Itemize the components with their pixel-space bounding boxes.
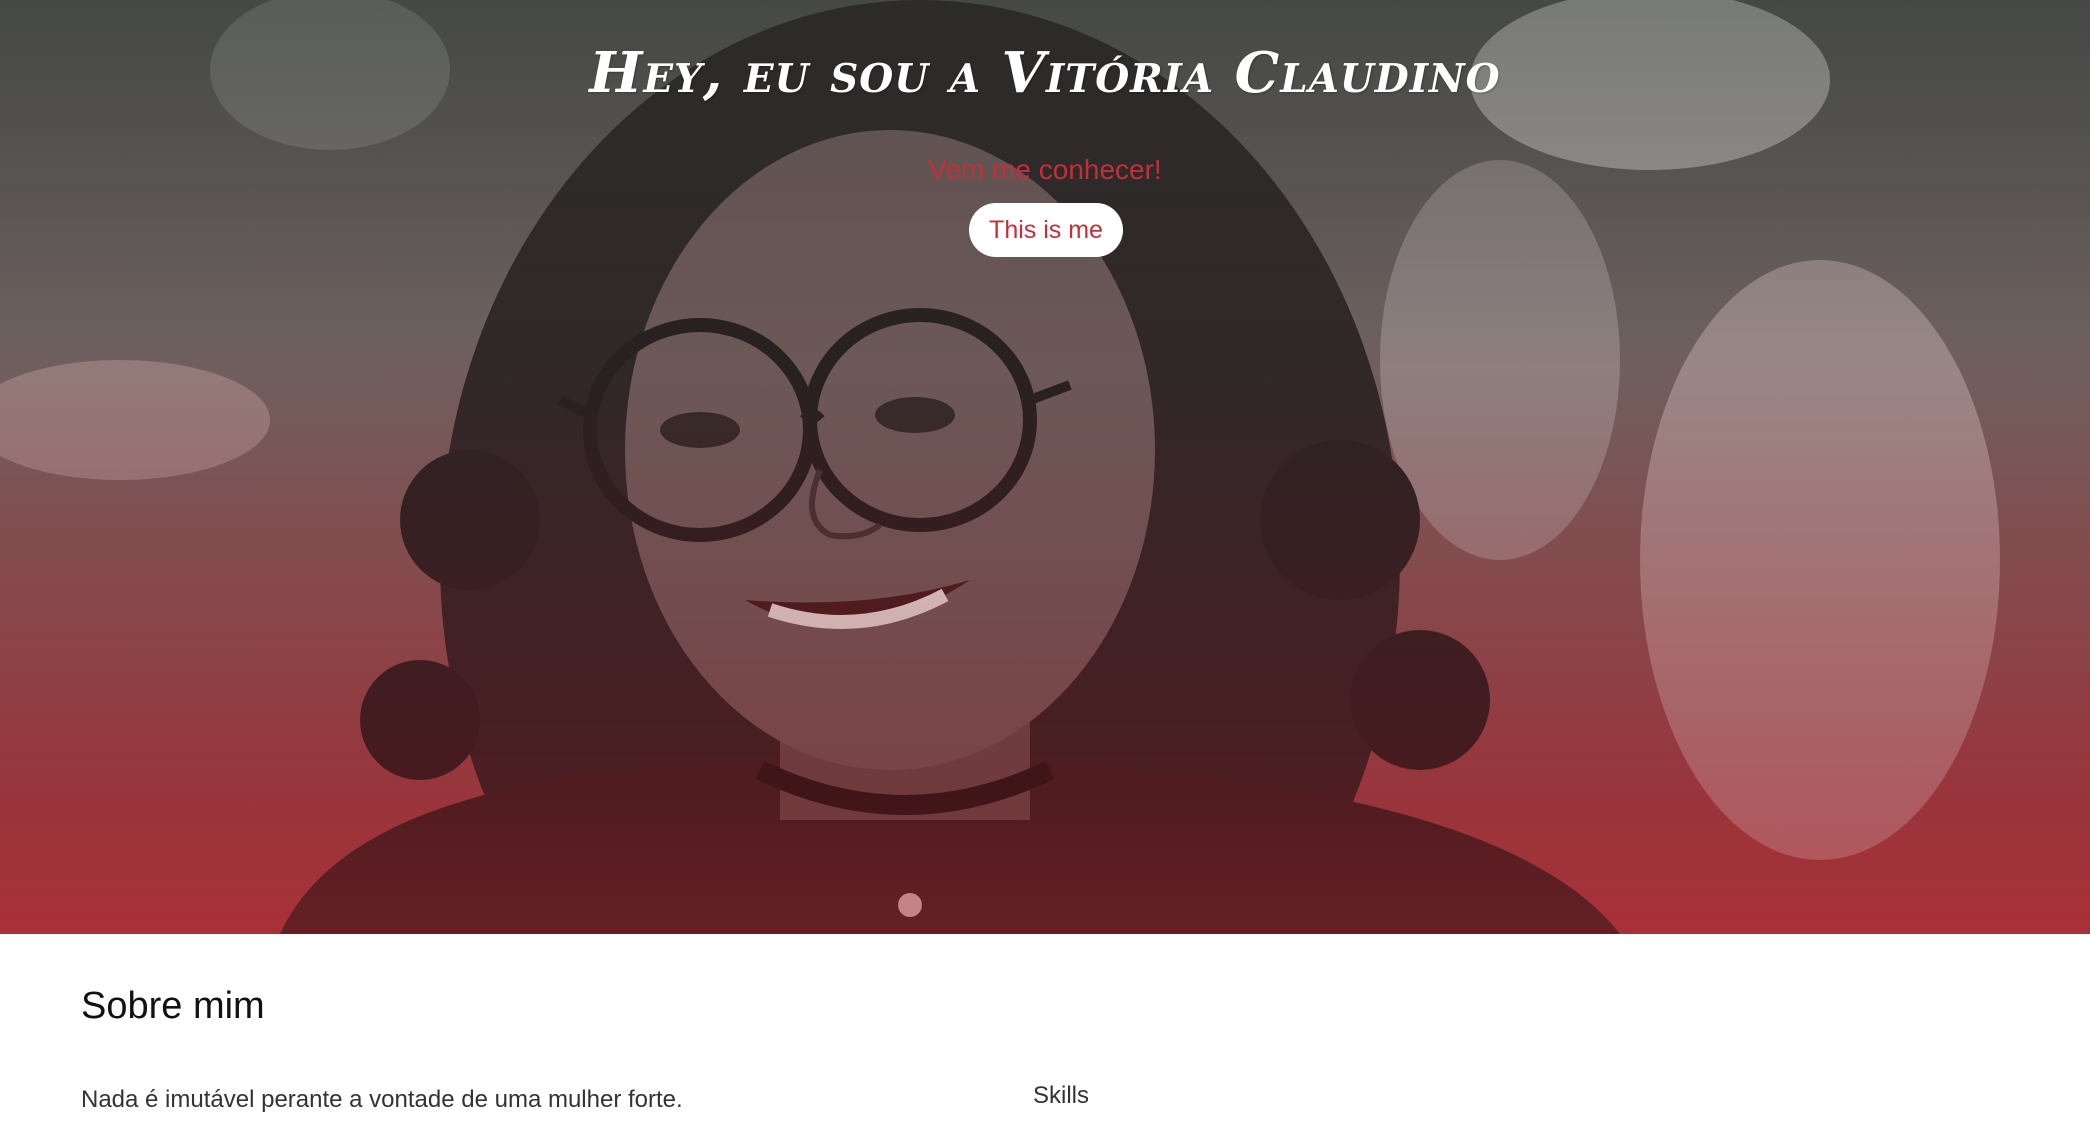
about-text: Nada é imutável perante a vontade de uma… xyxy=(81,1086,683,1113)
hero-title: Hey, eu sou a Vitória Claudino xyxy=(589,40,1501,106)
about-section-title: Sobre mim xyxy=(81,985,265,1027)
hero-subtitle: Vem me conhecer! xyxy=(928,154,1162,185)
hero-gradient-overlay xyxy=(0,0,2090,934)
hero-section: Hey, eu sou a Vitória Claudino Vem me co… xyxy=(0,0,2090,934)
skills-label: Skills xyxy=(1033,1082,1090,1109)
this-is-me-button[interactable]: This is me xyxy=(969,203,1123,257)
